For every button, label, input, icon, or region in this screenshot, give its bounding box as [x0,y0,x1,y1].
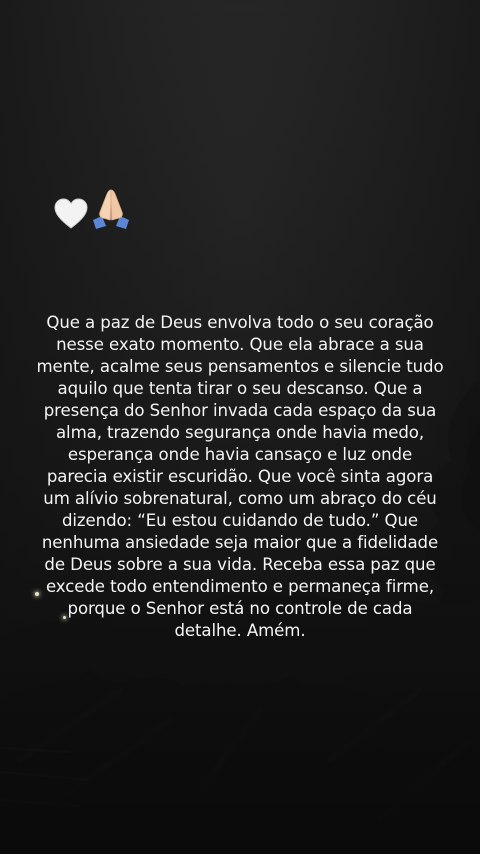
folded-hands-icon [93,189,129,229]
white-heart-icon [54,198,88,229]
prayer-caption-text: Que a paz de Deus envolva todo o seu cor… [36,313,444,640]
story-background: Que a paz de Deus envolva todo o seu cor… [0,0,480,854]
emoji-row [54,186,132,230]
